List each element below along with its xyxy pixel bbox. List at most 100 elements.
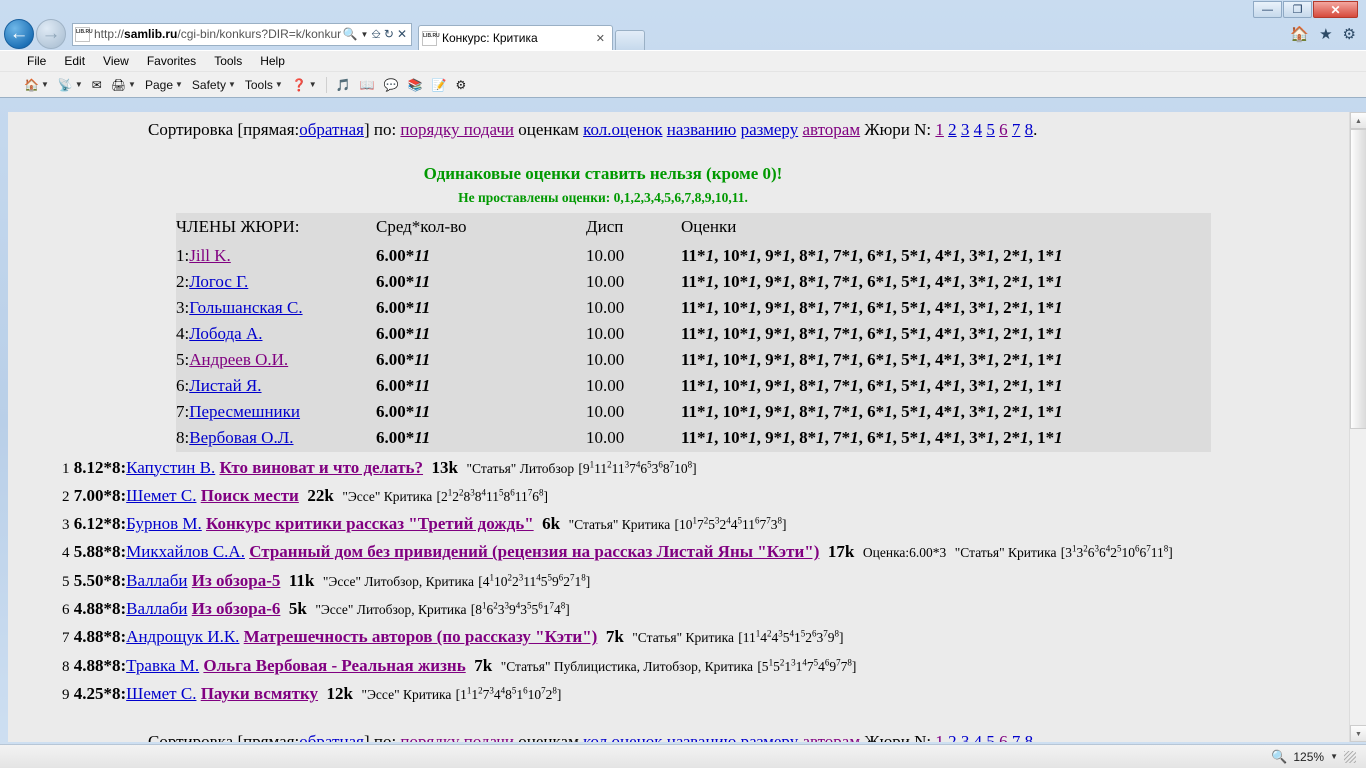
address-bar[interactable]: LIB.RU http://samlib.ru/cgi-bin/konkurs?…: [72, 23, 412, 46]
safety-menu-button[interactable]: Safety▼: [189, 78, 239, 92]
jury-link-bottom-7[interactable]: 7: [1012, 732, 1021, 742]
zoom-icon[interactable]: 🔍: [1271, 749, 1287, 765]
jury-link-bottom-1[interactable]: 1: [935, 732, 944, 742]
new-tab-button[interactable]: [615, 30, 645, 50]
menu-item-tools[interactable]: Tools: [205, 54, 251, 68]
menu-item-view[interactable]: View: [94, 54, 138, 68]
chevron-down-icon[interactable]: ▼: [360, 30, 368, 39]
chevron-down-icon[interactable]: ▼: [75, 80, 83, 89]
jury-link-7[interactable]: 7: [1012, 120, 1021, 139]
jury-member-link[interactable]: Вербовая О.Л.: [189, 428, 293, 447]
jury-link-bottom-2[interactable]: 2: [948, 732, 957, 742]
work-author-link[interactable]: Микхайлов С.А.: [126, 542, 245, 561]
sort-by-size-link-bottom[interactable]: размеру: [741, 732, 799, 742]
menu-item-file[interactable]: File: [18, 54, 55, 68]
tab-close-icon[interactable]: ✕: [592, 32, 609, 45]
sort-by-name-link[interactable]: названию: [667, 120, 737, 139]
refresh-icon[interactable]: ↻: [384, 27, 394, 41]
favorites-star-icon[interactable]: ★: [1319, 25, 1332, 44]
jury-member-link[interactable]: Jill K.: [189, 246, 231, 265]
menu-item-favorites[interactable]: Favorites: [138, 54, 205, 68]
sort-by-order-link-bottom[interactable]: порядку подачи: [400, 732, 514, 742]
page-menu-button[interactable]: Page▼: [142, 78, 186, 92]
jury-link-bottom-8[interactable]: 8: [1025, 732, 1034, 742]
work-title-link[interactable]: Из обзора-5: [192, 571, 281, 590]
feeds-button[interactable]: 📡▼: [55, 78, 86, 92]
home-icon[interactable]: 🏠: [1290, 25, 1309, 44]
sort-by-authors-link-bottom[interactable]: авторам: [802, 732, 860, 742]
browser-tab[interactable]: LIB.RU Конкурс: Критика ✕: [418, 25, 613, 50]
work-author-link[interactable]: Андрощук И.К.: [126, 627, 239, 646]
minimize-button[interactable]: —: [1253, 1, 1282, 18]
work-author-link[interactable]: Травка М.: [126, 656, 199, 675]
read-mail-button[interactable]: ✉: [89, 78, 105, 92]
chevron-down-icon[interactable]: ▼: [128, 80, 136, 89]
help-button[interactable]: ❓▼: [289, 78, 320, 92]
stop-icon[interactable]: ✕: [397, 27, 407, 41]
sort-by-size-link[interactable]: размеру: [741, 120, 799, 139]
jury-member-link[interactable]: Андреев О.И.: [189, 350, 288, 369]
work-author-link[interactable]: Валлаби: [126, 571, 187, 590]
close-window-button[interactable]: ✕: [1313, 1, 1358, 18]
jury-member-link[interactable]: Гольшанская С.: [189, 298, 302, 317]
work-title-link[interactable]: Матрешечность авторов (по рассказу "Кэти…: [244, 627, 598, 646]
jury-link-bottom-5[interactable]: 5: [986, 732, 995, 742]
jury-link-4[interactable]: 4: [974, 120, 983, 139]
jury-member-link[interactable]: Листай Я.: [189, 376, 261, 395]
chevron-down-icon[interactable]: ▼: [175, 80, 183, 89]
sort-by-count-link-bottom[interactable]: кол.оценок: [583, 732, 662, 742]
home-button[interactable]: 🏠▼: [21, 78, 52, 92]
jury-link-2[interactable]: 2: [948, 120, 957, 139]
tools-menu-button[interactable]: Tools▼: [242, 78, 286, 92]
addon-library-icon[interactable]: 📚: [405, 78, 426, 92]
scroll-up-arrow-icon[interactable]: ▲: [1350, 112, 1366, 129]
jury-link-6[interactable]: 6: [999, 120, 1008, 139]
jury-link-1[interactable]: 1: [935, 120, 944, 139]
jury-member-link[interactable]: Лобода А.: [189, 324, 262, 343]
addon-notes-icon[interactable]: 📝: [429, 78, 450, 92]
addon-gear-icon[interactable]: ⚙: [452, 78, 469, 92]
work-title-link[interactable]: Поиск мести: [201, 486, 299, 505]
back-button[interactable]: ←: [4, 19, 34, 49]
zoom-level[interactable]: 125%: [1293, 750, 1324, 764]
chevron-down-icon[interactable]: ▼: [309, 80, 317, 89]
sort-by-name-link-bottom[interactable]: названию: [667, 732, 737, 742]
work-title-link[interactable]: Ольга Вербовая - Реальная жизнь: [203, 656, 465, 675]
print-button[interactable]: 🖨▼: [108, 78, 139, 92]
work-author-link[interactable]: Валлаби: [126, 599, 187, 618]
chevron-down-icon[interactable]: ▼: [275, 80, 283, 89]
jury-link-5[interactable]: 5: [986, 120, 995, 139]
chevron-down-icon[interactable]: ▼: [41, 80, 49, 89]
sort-by-order-link[interactable]: порядку подачи: [400, 120, 514, 139]
jury-link-bottom-6[interactable]: 6: [999, 732, 1008, 742]
work-title-link[interactable]: Странный дом без привидений (рецензия на…: [249, 542, 819, 561]
work-author-link[interactable]: Шемет С.: [126, 684, 196, 703]
sort-by-count-link[interactable]: кол.оценок: [583, 120, 662, 139]
work-title-link[interactable]: Конкурс критики рассказ "Третий дождь": [206, 514, 534, 533]
work-title-link[interactable]: Из обзора-6: [192, 599, 281, 618]
maximize-button[interactable]: ❐: [1283, 1, 1312, 18]
scrollbar-thumb[interactable]: [1350, 129, 1366, 429]
chevron-down-icon[interactable]: ▼: [1330, 752, 1338, 761]
addon-translate-icon[interactable]: 📖: [357, 78, 378, 92]
work-author-link[interactable]: Бурнов М.: [126, 514, 202, 533]
vertical-scrollbar[interactable]: ▲ ▼: [1349, 112, 1366, 742]
search-icon[interactable]: 🔍: [343, 27, 358, 41]
jury-link-8[interactable]: 8: [1025, 120, 1034, 139]
jury-member-link[interactable]: Логос Г.: [189, 272, 248, 291]
addon-skype-icon[interactable]: 💬: [381, 78, 402, 92]
jury-link-bottom-3[interactable]: 3: [961, 732, 970, 742]
menu-item-help[interactable]: Help: [251, 54, 294, 68]
sort-reverse-link-bottom[interactable]: обратная: [299, 732, 364, 742]
jury-link-bottom-4[interactable]: 4: [974, 732, 983, 742]
forward-button[interactable]: →: [36, 19, 66, 49]
addon-music-icon[interactable]: 🎵: [333, 78, 354, 92]
sort-by-authors-link[interactable]: авторам: [802, 120, 860, 139]
jury-link-3[interactable]: 3: [961, 120, 970, 139]
sort-reverse-link[interactable]: обратная: [299, 120, 364, 139]
work-title-link[interactable]: Пауки всмятку: [201, 684, 318, 703]
compatibility-view-icon[interactable]: ⎒: [371, 27, 380, 42]
work-author-link[interactable]: Капустин В.: [126, 458, 215, 477]
settings-gear-icon[interactable]: ⚙: [1343, 25, 1356, 44]
jury-member-link[interactable]: Пересмешники: [189, 402, 300, 421]
